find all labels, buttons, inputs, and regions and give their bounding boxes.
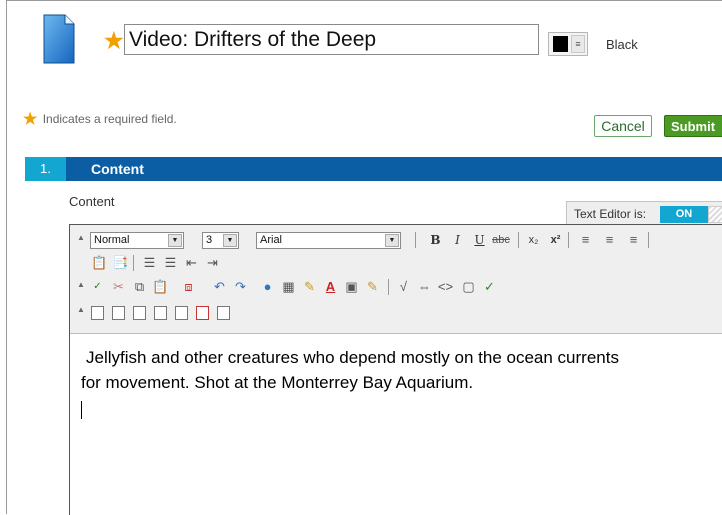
font-size-value: 3 (206, 234, 213, 246)
chevron-down-icon[interactable]: ≡ (571, 35, 585, 53)
section-header: 1. Content (25, 157, 722, 181)
font-family-value: Arial (260, 234, 283, 246)
chevron-down-icon: ▼ (223, 234, 237, 247)
toolbar-divider (648, 232, 649, 248)
check-icon[interactable]: ✓ (480, 278, 499, 296)
bulleted-list-icon[interactable]: ☰ (161, 254, 180, 272)
color-swatch (553, 36, 568, 52)
insert-mashup-icon[interactable] (214, 303, 233, 321)
align-right-icon[interactable]: ≡ (624, 231, 643, 249)
paragraph-format-select[interactable]: Normal ▼ (90, 232, 184, 249)
section-number: 1. (25, 157, 66, 181)
undo-icon[interactable]: ↶ (210, 278, 229, 296)
editor-text-line: Jellyfish and other creatures who depend… (86, 348, 619, 367)
toolbar-divider (388, 279, 389, 295)
outdent-icon[interactable]: ⇤ (182, 254, 201, 272)
redo-icon[interactable]: ↷ (231, 278, 250, 296)
color-label: Black (606, 37, 638, 52)
editor-text-area[interactable]: Jellyfish and other creatures who depend… (70, 335, 722, 419)
underline-button[interactable]: U (470, 231, 489, 249)
align-center-icon[interactable]: ≡ (600, 231, 619, 249)
font-size-select[interactable]: 3 ▼ (202, 232, 239, 249)
insert-media-icon[interactable] (130, 303, 149, 321)
paste-text-icon[interactable]: 📋 (90, 254, 109, 272)
collapse-icon[interactable]: ▲ (77, 305, 85, 314)
table-icon[interactable]: ▦ (279, 278, 298, 296)
toolbar-row-2: 📋 📑 ☰ ☰ ⇤ ⇥ (70, 251, 722, 273)
indent-icon[interactable]: ⇥ (203, 254, 222, 272)
toolbar-divider (518, 232, 519, 248)
paste-word-icon[interactable]: 📑 (111, 254, 130, 272)
font-family-select[interactable]: Arial ▼ (256, 232, 401, 249)
submit-button[interactable]: Submit (664, 115, 722, 137)
required-star-icon: ★ (104, 28, 124, 53)
toolbar-row-4: ▲ (70, 300, 722, 322)
editor-toolbar: ▲ Normal ▼ 3 ▼ Arial ▼ B I U abc x₂ x² ≡… (70, 225, 722, 334)
chevron-down-icon: ▼ (168, 234, 182, 247)
insert-flash-icon[interactable] (193, 303, 212, 321)
toolbar-divider (415, 232, 416, 248)
toolbar-divider (133, 255, 134, 271)
text-editor-status-label: Text Editor is: (574, 207, 647, 221)
content-field-label: Content (69, 194, 115, 209)
insert-multimedia-icon[interactable] (172, 303, 191, 321)
copy-icon[interactable]: ⧉ (130, 278, 149, 296)
title-color-picker[interactable]: ≡ (548, 32, 588, 56)
collapse-icon[interactable]: ▲ (77, 280, 85, 289)
toolbar-divider (568, 232, 569, 248)
text-editor-toggle[interactable]: Text Editor is: ON (566, 201, 722, 225)
content-form-frame: ★ ≡ Black ★ Indicates a required field. … (6, 0, 722, 515)
cut-icon[interactable]: ✂ (109, 278, 128, 296)
pen-icon[interactable]: ✎ (300, 278, 319, 296)
italic-button[interactable]: I (448, 231, 467, 249)
spellcheck-icon[interactable]: ✓ (88, 278, 107, 296)
subscript-button[interactable]: x₂ (524, 231, 543, 249)
insert-image-icon[interactable] (109, 303, 128, 321)
paragraph-format-value: Normal (94, 234, 130, 246)
numbered-list-icon[interactable]: ☰ (140, 254, 159, 272)
required-field-note: ★ Indicates a required field. (23, 108, 177, 128)
document-icon (43, 14, 75, 64)
toolbar-row-1: ▲ Normal ▼ 3 ▼ Arial ▼ B I U abc x₂ x² ≡… (70, 228, 722, 250)
superscript-button[interactable]: x² (546, 231, 565, 249)
section-title: Content (91, 161, 144, 177)
align-left-icon[interactable]: ≡ (576, 231, 595, 249)
mashup-icon[interactable]: ⇔ (415, 278, 434, 296)
collapse-icon[interactable]: ▲ (77, 233, 85, 242)
preview-icon[interactable]: ▢ (459, 278, 478, 296)
remove-format-icon[interactable]: ⧈ (179, 278, 198, 296)
bold-button[interactable]: B (426, 231, 445, 249)
text-color-icon[interactable]: A (321, 278, 340, 296)
toolbar-row-3: ▲ ✓ ✂ ⧉ 📋 ⧈ ↶ ↷ ● ▦ ✎ A ▣ ✎ √ ⇔ <> ▢ ✓ (70, 275, 722, 297)
toggle-off-button[interactable] (708, 206, 722, 223)
text-cursor (81, 401, 82, 419)
required-star-icon: ★ (23, 111, 38, 128)
insert-audio-icon[interactable] (151, 303, 170, 321)
rich-text-editor: ▲ Normal ▼ 3 ▼ Arial ▼ B I U abc x₂ x² ≡… (69, 224, 722, 515)
required-field-text: Indicates a required field. (42, 112, 177, 126)
image-icon[interactable]: ▣ (342, 278, 361, 296)
attach-file-icon[interactable] (88, 303, 107, 321)
title-input[interactable] (124, 24, 539, 55)
cancel-button[interactable]: Cancel (594, 115, 652, 137)
paste-icon[interactable]: 📋 (151, 278, 170, 296)
chevron-down-icon: ▼ (385, 234, 399, 247)
toggle-on-button[interactable]: ON (660, 206, 708, 223)
strikethrough-button[interactable]: abc (489, 231, 513, 249)
math-icon[interactable]: √ (394, 278, 413, 296)
highlight-icon[interactable]: ✎ (363, 278, 382, 296)
editor-text-line: for movement. Shot at the Monterrey Bay … (81, 373, 474, 392)
link-icon[interactable]: ● (258, 278, 277, 296)
html-code-icon[interactable]: <> (436, 278, 455, 296)
